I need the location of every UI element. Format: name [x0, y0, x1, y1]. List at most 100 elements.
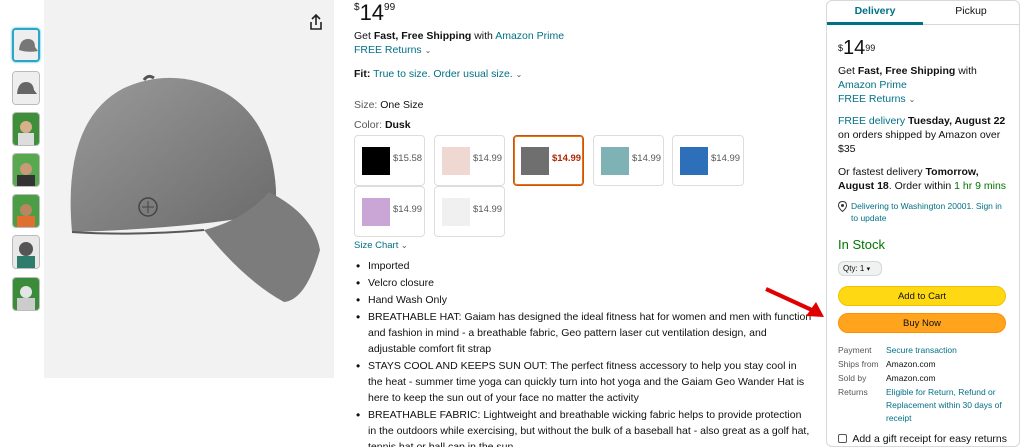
size-label: Size:: [354, 99, 378, 111]
gray-cap-image: [70, 74, 320, 302]
bullet-item: Imported: [354, 258, 812, 274]
ship-prefix: Get: [838, 65, 858, 77]
swatch-blue-tie-dye[interactable]: $14.99: [672, 135, 744, 186]
buybox-shipping: Get Fast, Free Shipping with Amazon Prim…: [838, 64, 1010, 107]
swatch-color: [362, 198, 390, 226]
sold-by-label: Sold by: [838, 373, 867, 383]
cap-thumbnail-icon: [14, 30, 38, 60]
order-within: . Order within: [888, 180, 955, 192]
thumbnail-4[interactable]: [12, 153, 40, 187]
ship-bold: Fast, Free Shipping: [857, 65, 956, 77]
chevron-down-icon: ⌄: [908, 95, 916, 104]
main-product-image[interactable]: [44, 0, 334, 378]
delivery-date: Tuesday, August 22: [908, 115, 1006, 127]
shipping-prefix: Get: [354, 30, 374, 42]
lifestyle-thumbnail-icon: [13, 113, 39, 145]
price-whole: 14: [359, 0, 385, 25]
tab-pickup[interactable]: Pickup: [923, 5, 1019, 17]
swatch-price: $15.58: [393, 153, 423, 164]
swatch-price: $14.99: [473, 204, 503, 215]
share-icon[interactable]: [306, 12, 326, 32]
delivery-tabs: Delivery Pickup: [827, 1, 1019, 25]
delivery-condition: on orders shipped by Amazon over $35: [838, 129, 1001, 155]
price-fraction: 99: [865, 43, 876, 53]
swatch-price: $14.99: [552, 153, 582, 164]
quantity-value: Qty: 1: [843, 264, 865, 273]
swatch-color: [680, 147, 708, 175]
swatch-lavender-tie-dye[interactable]: $14.99: [354, 186, 425, 237]
free-returns-link[interactable]: FREE Returns: [838, 93, 906, 105]
swatch-color: [601, 147, 629, 175]
swatch-dusk-selected[interactable]: $14.99: [513, 135, 584, 186]
location-link[interactable]: Delivering to Washington 20001. Sign in …: [851, 201, 1002, 223]
feature-bullets: Imported Velcro closure Hand Wash Only B…: [354, 258, 812, 447]
shipping-bold: Fast, Free Shipping: [373, 30, 472, 42]
secure-transaction-link[interactable]: Secure transaction: [886, 344, 1012, 356]
swatch-pink[interactable]: $14.99: [434, 135, 505, 186]
size-chart-label: Size Chart: [354, 240, 399, 251]
returns-label: Returns: [838, 387, 868, 397]
thumbnail-5[interactable]: [12, 194, 40, 228]
price-currency-symbol: $: [354, 2, 360, 13]
buy-box: Delivery Pickup $1499 Get Fast, Free Shi…: [826, 0, 1020, 447]
lifestyle-thumbnail-icon: [13, 278, 39, 310]
tab-delivery[interactable]: Delivery: [827, 5, 923, 17]
price-whole: 14: [843, 37, 866, 59]
swatch-color: [442, 198, 470, 226]
thumbnail-7[interactable]: [12, 277, 40, 311]
ships-from-label: Ships from: [838, 359, 879, 369]
quantity-select[interactable]: Qty: 1 ▾: [838, 261, 882, 276]
free-returns-link[interactable]: FREE Returns ⌄: [354, 44, 431, 56]
returns-policy-link[interactable]: Eligible for Return, Refund or Replaceme…: [886, 386, 1012, 425]
chevron-down-icon: ⌄: [401, 241, 408, 250]
bullet-item: Velcro closure: [354, 275, 812, 291]
free-delivery-link[interactable]: FREE delivery: [838, 115, 905, 127]
swatch-color: [442, 147, 470, 175]
swatch-teal-pattern[interactable]: $14.99: [593, 135, 664, 186]
fastest-prefix: Or fastest delivery: [838, 166, 926, 178]
gift-receipt-label: Add a gift receipt for easy returns: [852, 433, 1008, 445]
swatch-black[interactable]: $15.58: [354, 135, 425, 186]
color-value: Dusk: [384, 119, 411, 131]
delivery-info: FREE delivery Tuesday, August 22 on orde…: [838, 114, 1010, 156]
gift-receipt-row: Add a gift receipt for easy returns: [838, 433, 1018, 445]
amazon-prime-link[interactable]: Amazon Prime: [838, 79, 907, 91]
bullet-item: STAYS COOL AND KEEPS SUN OUT: The perfec…: [354, 358, 812, 406]
thumbnail-1[interactable]: [12, 28, 40, 62]
ship-mid: with: [955, 65, 977, 77]
color-line: Color: Dusk: [354, 119, 411, 131]
swatch-white[interactable]: $14.99: [434, 186, 505, 237]
size-line: Size: One Size: [354, 99, 423, 111]
red-arrow-icon: [765, 287, 824, 317]
swatch-price: $14.99: [711, 153, 741, 164]
bullet-item: Hand Wash Only: [354, 292, 812, 308]
thumbnail-2[interactable]: [12, 71, 40, 105]
buy-now-button[interactable]: Buy Now: [838, 313, 1006, 333]
free-returns-label: FREE Returns: [354, 44, 422, 56]
fastest-delivery: Or fastest delivery Tomorrow, August 18.…: [838, 165, 1010, 193]
ships-from-value: Amazon.com: [886, 359, 936, 369]
gift-receipt-checkbox[interactable]: [838, 434, 847, 443]
fit-label: Fit:: [354, 68, 371, 80]
amazon-prime-link[interactable]: Amazon Prime: [495, 30, 564, 42]
fit-line: Fit: True to size. Order usual size. ⌄: [354, 68, 522, 80]
swatch-price: $14.99: [393, 204, 423, 215]
thumbnail-3[interactable]: [12, 112, 40, 146]
add-to-cart-button[interactable]: Add to Cart: [838, 286, 1006, 306]
chevron-down-icon: ⌄: [515, 70, 523, 79]
shipping-line: Get Fast, Free Shipping with Amazon Prim…: [354, 30, 564, 42]
location-pin-icon: [837, 200, 848, 215]
payment-label: Payment: [838, 345, 872, 355]
chevron-down-icon: ▾: [866, 266, 871, 273]
lifestyle-thumbnail-icon: [13, 195, 39, 227]
bullet-item: BREATHABLE FABRIC: Lightweight and breat…: [354, 407, 812, 447]
size-chart-link[interactable]: Size Chart ⌄: [354, 240, 408, 251]
shipping-mid: with: [471, 30, 496, 42]
lifestyle-thumbnail-icon: [13, 154, 39, 186]
stock-status: In Stock: [838, 237, 885, 252]
sold-by-value: Amazon.com: [886, 373, 936, 383]
fit-value-link[interactable]: True to size. Order usual size.: [373, 68, 513, 80]
delivery-location[interactable]: Delivering to Washington 20001. Sign in …: [837, 200, 1010, 224]
swatch-color: [521, 147, 549, 175]
thumbnail-6[interactable]: [12, 235, 40, 269]
